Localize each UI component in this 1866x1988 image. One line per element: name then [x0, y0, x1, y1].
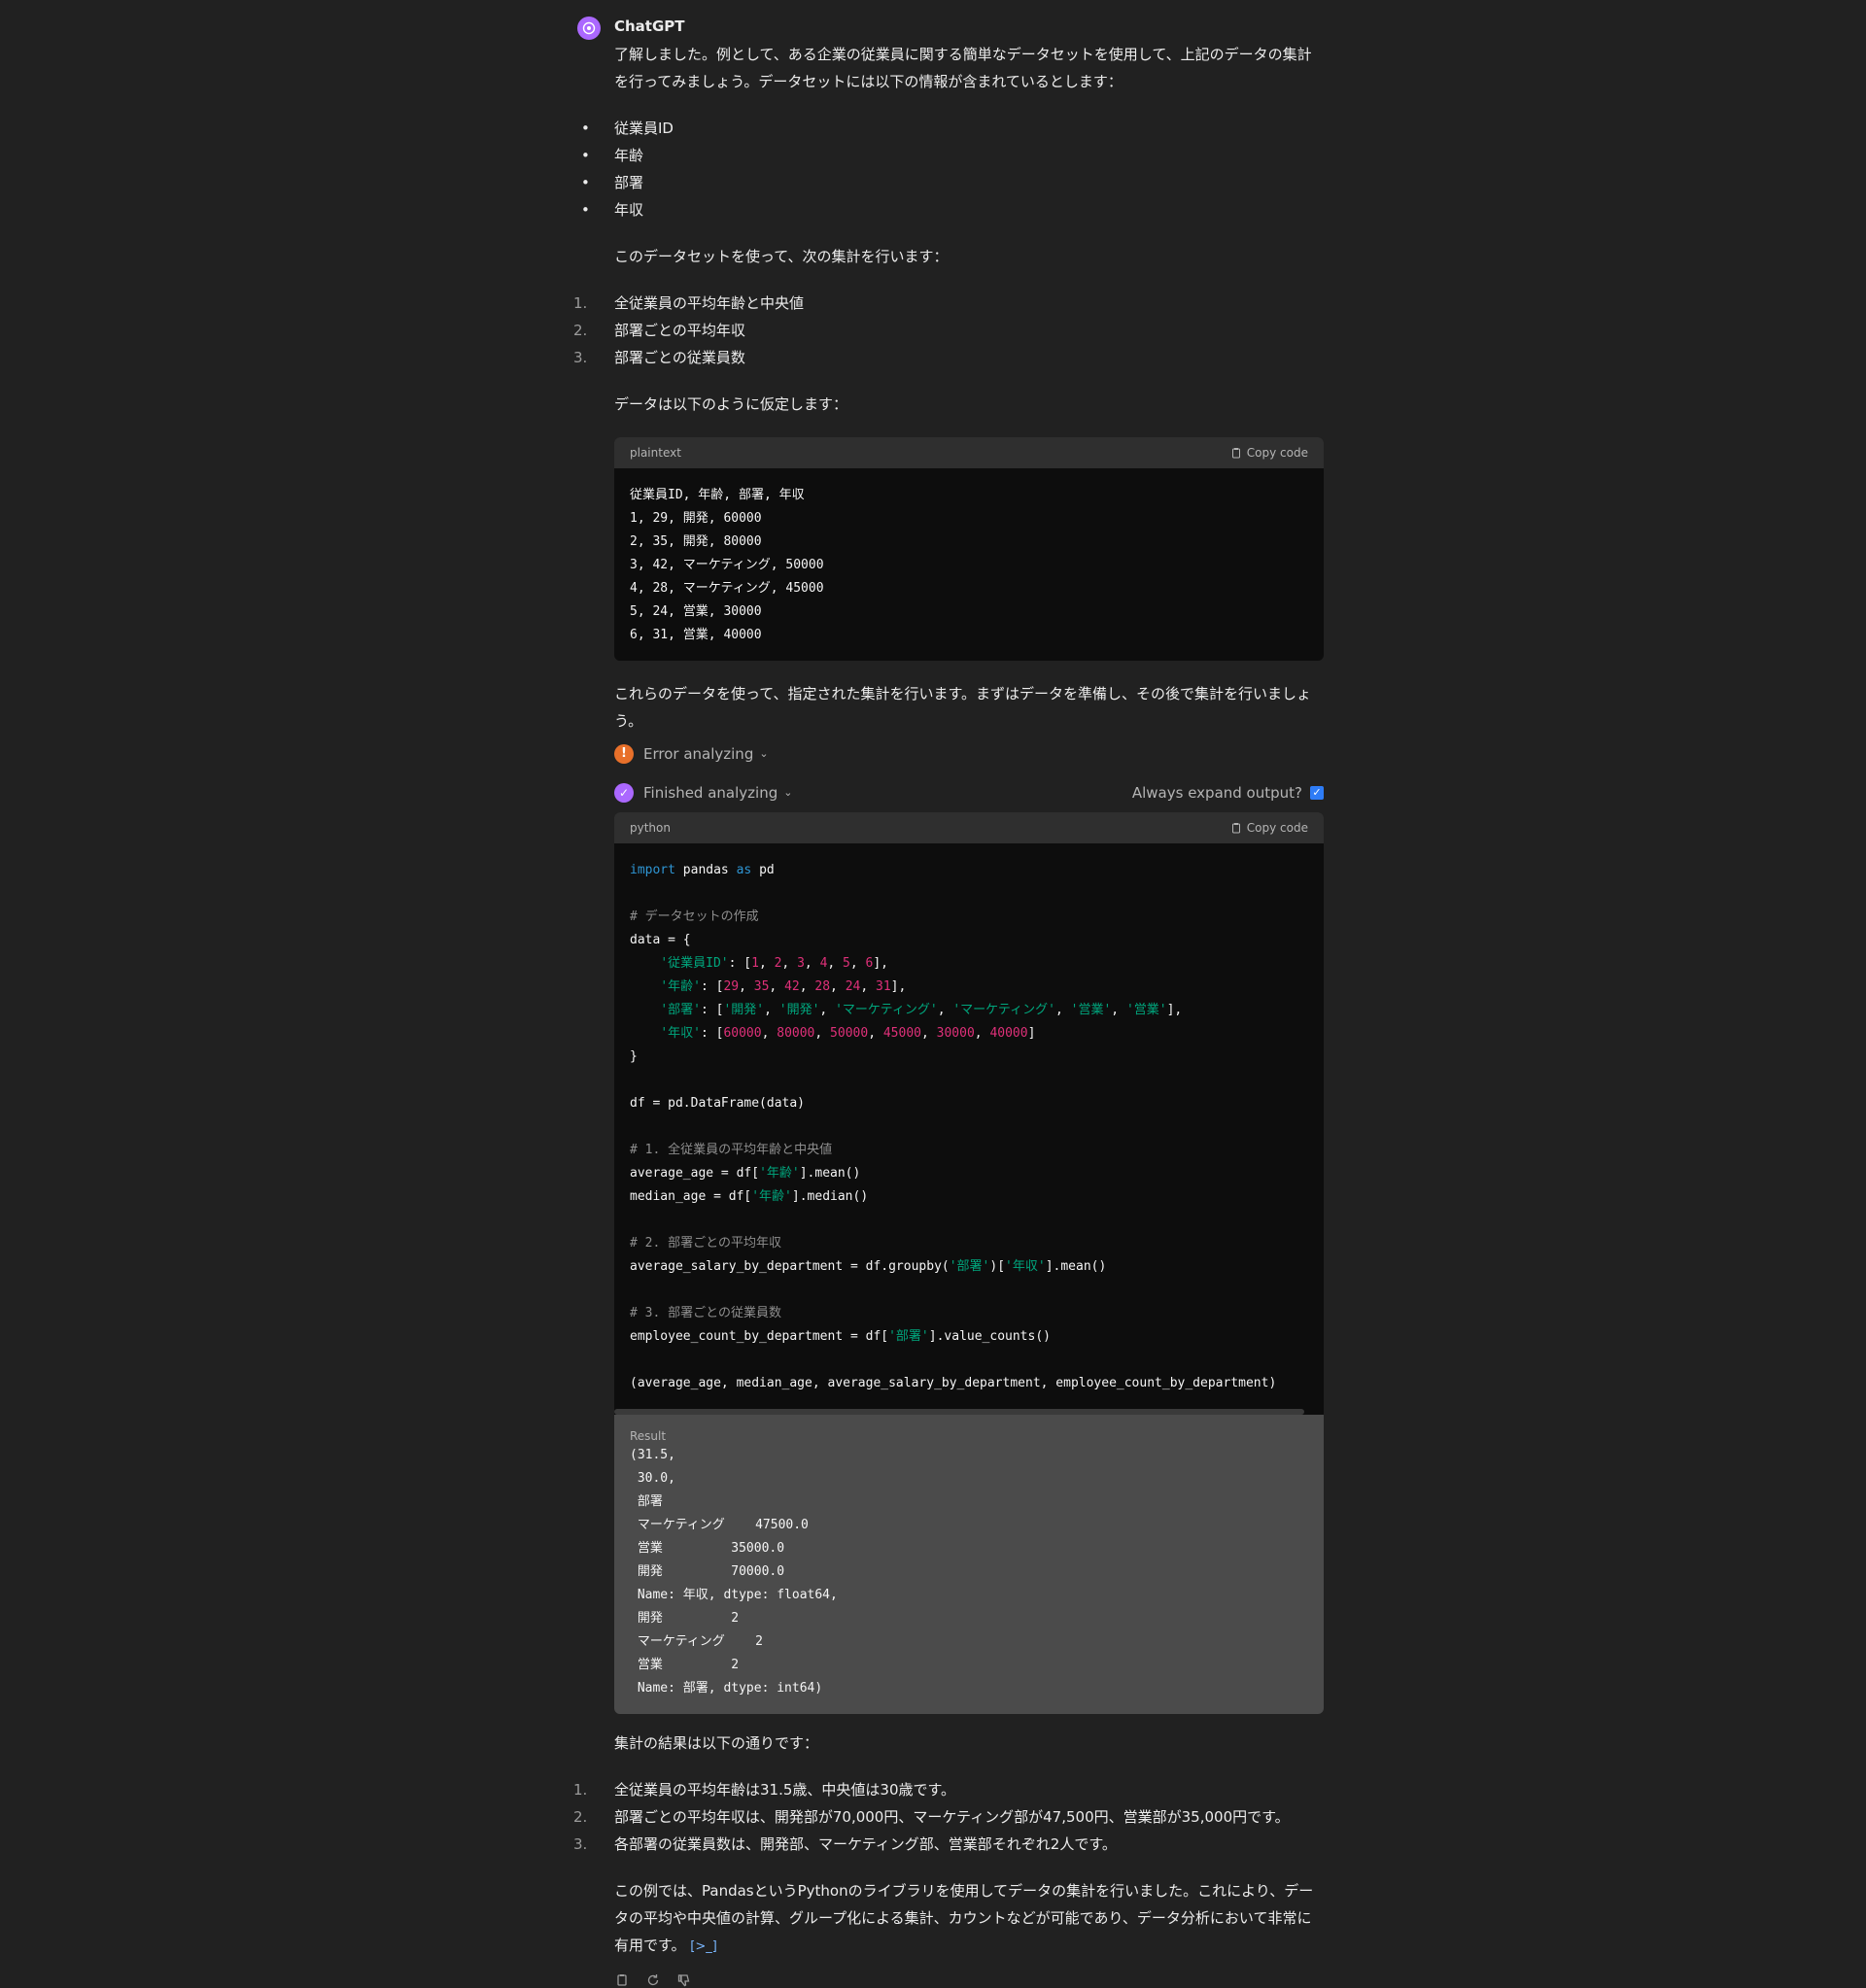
prepare-text: これらのデータを使って、指定された集計を行います。まずはデータを準備し、その後で…	[614, 685, 1312, 730]
python-code: import pandas as pd # データセットの作成 data = {…	[630, 863, 1277, 1390]
citation-link[interactable]: [>_]	[690, 1939, 717, 1954]
copy-icon[interactable]	[614, 1972, 630, 1988]
list-item: 2. 部署ごとの平均年収は、開発部が70,000円、マーケティング部が47,500…	[573, 1808, 1290, 1826]
copy-code-button[interactable]: Copy code	[1230, 439, 1308, 466]
regenerate-icon[interactable]	[645, 1972, 661, 1988]
summary-list: 1. 全従業員の平均年齢は31.5歳、中央値は30歳です。 2. 部署ごとの平均年収…	[573, 1776, 1324, 1858]
list-item: 従業員ID	[581, 115, 1324, 142]
code-language: python	[630, 821, 671, 835]
code-header: python Copy code	[614, 812, 1324, 843]
finished-status-toggle[interactable]: ✓ Finished analyzing ⌄	[614, 779, 792, 806]
list-item: 3. 各部署の従業員数は、開発部、マーケティング部、営業部それぞれ2人です。	[573, 1835, 1117, 1853]
plaintext-code-block: plaintext Copy code 従業員ID, 年齢, 部署, 年収 1,…	[614, 437, 1324, 661]
task-list: 1. 全従業員の平均年齢と中央値 2. 部署ごとの平均年収 3. 部署ごとの従業員数	[573, 290, 1324, 371]
task-intro: このデータセットを使って、次の集計を行います：	[614, 248, 949, 265]
always-expand-option: Always expand output? ✓	[1132, 779, 1324, 806]
always-expand-checkbox[interactable]: ✓	[1310, 786, 1324, 800]
plaintext-code: 従業員ID, 年齢, 部署, 年収 1, 29, 開発, 60000 2, 35…	[630, 488, 824, 642]
field-list: 従業員ID 年齢 部署 年収	[581, 115, 1324, 223]
list-item: 年収	[581, 196, 1324, 223]
check-circle-icon: ✓	[614, 783, 634, 803]
summary-intro: 集計の結果は以下の通りです：	[614, 1734, 819, 1752]
chatgpt-avatar	[577, 17, 601, 40]
list-item: 3. 部署ごとの従業員数	[573, 349, 745, 366]
assistant-message: ChatGPT 了解しました。例として、ある企業の従業員に関する簡単なデータセッ…	[573, 0, 1324, 1987]
list-item: 1. 全従業員の平均年齢は31.5歳、中央値は30歳です。	[573, 1781, 955, 1799]
clipboard-icon	[1231, 448, 1240, 459]
data-intro: データは以下のように仮定します：	[614, 395, 848, 413]
error-status-toggle[interactable]: ! Error analyzing ⌄	[614, 735, 1324, 773]
conclusion-text: この例では、PandasというPythonのライブラリを使用してデータの集計を行…	[614, 1882, 1314, 1954]
clipboard-icon	[1231, 823, 1240, 834]
list-item: 2. 部署ごとの平均年収	[573, 322, 745, 339]
thumbs-down-icon[interactable]	[676, 1972, 692, 1988]
author-name: ChatGPT	[614, 17, 685, 35]
result-label: Result	[630, 1429, 667, 1443]
copy-code-button[interactable]: Copy code	[1230, 814, 1308, 841]
code-language: plaintext	[630, 446, 681, 460]
intro-text: 了解しました。例として、ある企業の従業員に関する簡単なデータセットを使用して、上…	[614, 46, 1312, 90]
warning-icon: !	[614, 744, 634, 764]
list-item: 年齢	[581, 142, 1324, 169]
result-text: (31.5, 30.0, 部署 マーケティング 47500.0 営業 35000…	[630, 1448, 838, 1696]
list-item: 1. 全従業員の平均年齢と中央値	[573, 294, 805, 312]
chevron-down-icon: ⌄	[759, 747, 769, 760]
python-code-block: python Copy code import pandas as pd # デ…	[614, 812, 1324, 1415]
message-actions	[614, 1972, 1324, 1988]
result-output: Result (31.5, 30.0, 部署 マーケティング 47500.0 営…	[614, 1415, 1324, 1714]
code-header: plaintext Copy code	[614, 437, 1324, 468]
list-item: 部署	[581, 169, 1324, 196]
chevron-down-icon: ⌄	[783, 786, 793, 799]
finished-status-row: ✓ Finished analyzing ⌄ Always expand out…	[614, 773, 1324, 812]
